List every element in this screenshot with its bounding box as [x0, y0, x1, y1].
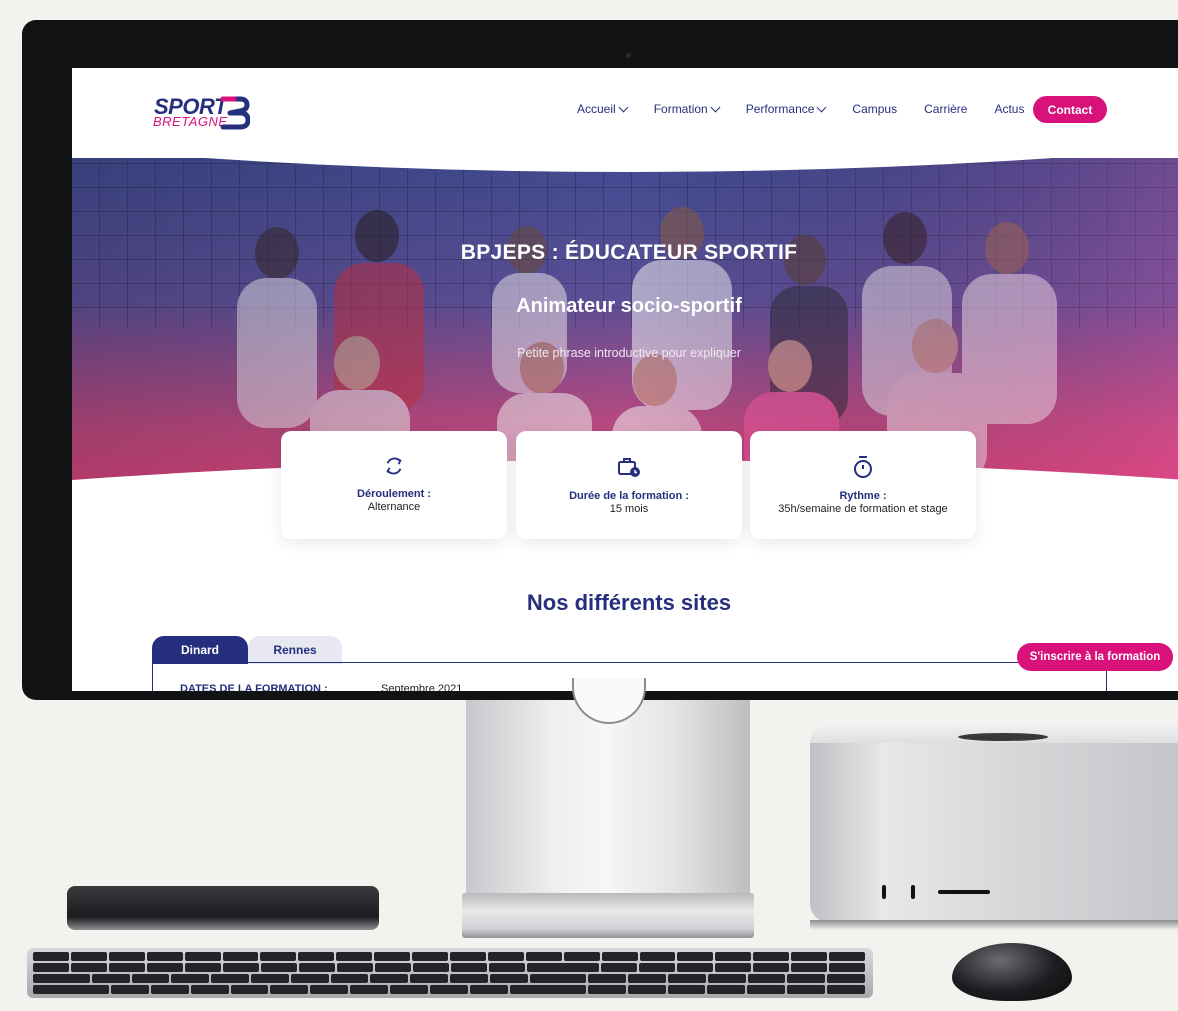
camera-icon: [626, 53, 631, 58]
tab-rennes[interactable]: Rennes: [248, 636, 342, 664]
magic-keyboard: [27, 948, 873, 998]
nav-actus-label: Actus: [994, 102, 1025, 116]
info-card-duree: Durée de la formation : 15 mois: [516, 431, 742, 539]
chevron-down-icon: [618, 102, 629, 112]
nav-performance[interactable]: Performance: [745, 102, 827, 116]
nav-performance-label: Performance: [745, 102, 815, 116]
magic-trackpad: [67, 886, 379, 930]
card-label: Durée de la formation :: [569, 490, 689, 502]
sites-section-title: Nos différents sites: [526, 590, 732, 615]
card-label: Rythme :: [839, 490, 887, 502]
website-screen: SPORT BRETAGNE Accueil Formation Perform…: [72, 68, 1178, 691]
nav-actus[interactable]: Actus: [994, 102, 1024, 116]
contact-button[interactable]: Contact: [1033, 96, 1107, 123]
monitor-stand: [466, 700, 750, 895]
sd-card-slot-icon: [938, 890, 990, 894]
magic-mouse: [952, 943, 1072, 1001]
sport-bretagne-logo[interactable]: SPORT BRETAGNE: [152, 92, 252, 136]
nav-accueil-label: Accueil: [577, 102, 616, 116]
nav-formation[interactable]: Formation: [653, 102, 721, 116]
usb-c-port-icon: [882, 885, 886, 899]
mac-studio-body: [810, 743, 1178, 923]
logo-b-mark-icon: [220, 96, 250, 130]
monitor-stand-base: [462, 893, 754, 938]
nav-carriere-label: Carrière: [924, 102, 968, 116]
site-header: SPORT BRETAGNE Accueil Formation Perform…: [72, 68, 1178, 158]
mac-studio: [810, 725, 1178, 935]
stopwatch-icon: [854, 456, 872, 478]
chevron-down-icon: [710, 102, 721, 112]
cycle-arrows-icon: [386, 457, 402, 475]
imac-monitor: SPORT BRETAGNE Accueil Formation Perform…: [22, 20, 1178, 700]
tab-dinard[interactable]: Dinard: [152, 636, 248, 664]
formation-dates-label: DATES DE LA FORMATION :: [180, 683, 328, 691]
info-card-deroulement: Déroulement : Alternance: [281, 431, 507, 539]
main-nav: Accueil Formation Performance Campus Car…: [577, 102, 1051, 116]
logo-bretagne-text: BRETAGNE: [153, 114, 228, 129]
apple-logo-icon: [958, 733, 1048, 741]
formation-dates-value: Septembre 2021: [381, 683, 463, 691]
card-label: Déroulement :: [357, 488, 431, 500]
hero-title: BPJEPS : ÉDUCATEUR SPORTIF: [460, 241, 798, 264]
info-card-rythme: Rythme : 35h/semaine de formation et sta…: [750, 431, 976, 539]
usb-c-port-icon: [911, 885, 915, 899]
sinscrire-button[interactable]: S'inscrire à la formation: [1017, 643, 1173, 671]
card-value: Alternance: [367, 501, 421, 513]
nav-carriere[interactable]: Carrière: [924, 102, 967, 116]
briefcase-clock-icon: [618, 458, 640, 477]
chevron-down-icon: [816, 102, 827, 112]
card-value: 35h/semaine de formation et stage: [778, 503, 948, 515]
mac-studio-shadow: [810, 920, 1178, 930]
nav-accueil[interactable]: Accueil: [577, 102, 629, 116]
hero-intro: Petite phrase introductive pour explique…: [517, 346, 741, 360]
nav-campus[interactable]: Campus: [852, 102, 897, 116]
nav-formation-label: Formation: [653, 102, 708, 116]
hero-subtitle: Animateur socio-sportif: [516, 295, 742, 317]
card-value: 15 mois: [609, 503, 649, 515]
nav-campus-label: Campus: [852, 102, 898, 116]
